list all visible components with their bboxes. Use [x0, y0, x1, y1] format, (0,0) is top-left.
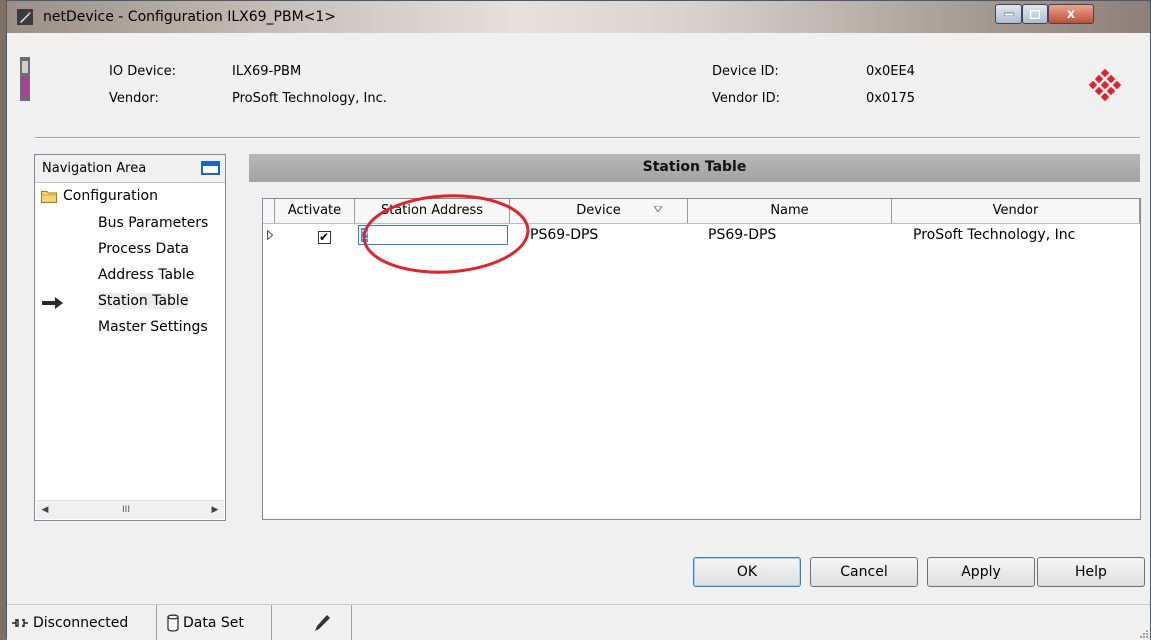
device-icon: [20, 57, 30, 101]
row-indicator-icon: [267, 230, 273, 240]
cancel-button[interactable]: Cancel: [810, 557, 918, 587]
col-device-label: Device: [576, 203, 621, 218]
navigation-panel: Navigation Area Configuration Bus Parame…: [34, 154, 226, 521]
sort-indicator-icon: [654, 206, 662, 212]
maximize-button[interactable]: [1022, 4, 1048, 24]
status-connection: Disconnected: [7, 605, 157, 640]
window-toggle-icon[interactable]: [201, 161, 220, 175]
header-divider: [35, 137, 1140, 139]
close-button[interactable]: x: [1048, 4, 1094, 24]
tree-root-label: Configuration: [63, 188, 158, 204]
resize-grip-icon[interactable]: [1138, 628, 1148, 638]
maximize-icon: [1030, 9, 1040, 19]
status-bar: Disconnected Data Set: [7, 604, 1150, 640]
cell-name: PS69-DPS: [708, 227, 777, 243]
col-name[interactable]: Name: [688, 199, 892, 223]
col-activate[interactable]: Activate: [275, 199, 355, 223]
status-edit: [272, 605, 352, 640]
col-vendor[interactable]: Vendor: [892, 199, 1140, 223]
scroll-left-icon[interactable]: ◀: [38, 503, 52, 517]
station-table-grid: Activate Station Address Device Name Ven…: [262, 198, 1141, 520]
pen-icon: [315, 614, 330, 631]
grid-header-row: Activate Station Address Device Name Ven…: [263, 199, 1140, 224]
vendor-label: Vendor:: [109, 91, 159, 106]
plug-icon: [12, 618, 28, 627]
station-table-header: Station Table: [249, 154, 1140, 182]
row-header-cell: [263, 199, 275, 223]
navigation-header: Navigation Area: [35, 155, 225, 183]
nav-item-station-table[interactable]: Station Table: [98, 293, 189, 309]
ok-button[interactable]: OK: [693, 557, 801, 587]
nav-item-address-table[interactable]: Address Table: [98, 267, 194, 283]
help-button[interactable]: Help: [1037, 557, 1145, 587]
minimize-button[interactable]: [995, 4, 1022, 24]
scroll-thumb[interactable]: III: [76, 504, 176, 516]
database-icon: [167, 614, 179, 631]
hilscher-logo-icon: [1088, 69, 1122, 102]
nav-item-master-settings[interactable]: Master Settings: [98, 319, 208, 335]
check-icon: ✔: [319, 230, 330, 244]
station-address-value: 2: [361, 228, 369, 242]
io-device-value: ILX69-PBM: [232, 64, 302, 79]
apply-button[interactable]: Apply: [927, 557, 1035, 587]
navigation-title: Navigation Area: [42, 161, 147, 176]
cell-device: PS69-DPS: [530, 227, 599, 243]
title-bar[interactable]: netDevice - Configuration ILX69_PBM<1> x: [7, 1, 1150, 33]
app-window: netDevice - Configuration ILX69_PBM<1> x…: [6, 0, 1151, 640]
col-station-address[interactable]: Station Address: [355, 199, 510, 223]
minimize-icon: [1003, 12, 1014, 16]
nav-item-process-data[interactable]: Process Data: [98, 241, 189, 257]
tree-root-configuration[interactable]: Configuration: [41, 188, 158, 204]
navigation-scrollbar[interactable]: ◀ III ▶: [36, 500, 224, 519]
folder-icon: [41, 190, 57, 203]
window-title: netDevice - Configuration ILX69_PBM<1>: [43, 9, 337, 25]
status-data-set: Data Set: [157, 605, 272, 640]
vendor-value: ProSoft Technology, Inc.: [232, 91, 387, 106]
device-id-value: 0x0EE4: [866, 64, 915, 79]
station-table-title: Station Table: [642, 159, 747, 175]
cell-vendor: ProSoft Technology, Inc: [913, 227, 1076, 243]
station-address-input[interactable]: 2: [358, 225, 508, 245]
io-device-label: IO Device:: [109, 64, 177, 79]
vendor-id-label: Vendor ID:: [712, 91, 781, 106]
nav-item-bus-parameters[interactable]: Bus Parameters: [98, 215, 208, 231]
device-id-label: Device ID:: [712, 64, 779, 79]
close-icon: x: [1066, 6, 1076, 22]
device-info-header: IO Device: ILX69-PBM Vendor: ProSoft Tec…: [7, 33, 1150, 137]
connection-status-text: Disconnected: [33, 614, 129, 631]
wrench-app-icon: [17, 9, 33, 25]
data-set-text: Data Set: [183, 614, 244, 631]
activate-checkbox[interactable]: ✔: [318, 230, 331, 244]
vendor-id-value: 0x0175: [866, 91, 916, 106]
scroll-right-icon[interactable]: ▶: [208, 503, 222, 517]
selected-arrow-icon: [42, 297, 63, 309]
col-device[interactable]: Device: [510, 199, 688, 223]
